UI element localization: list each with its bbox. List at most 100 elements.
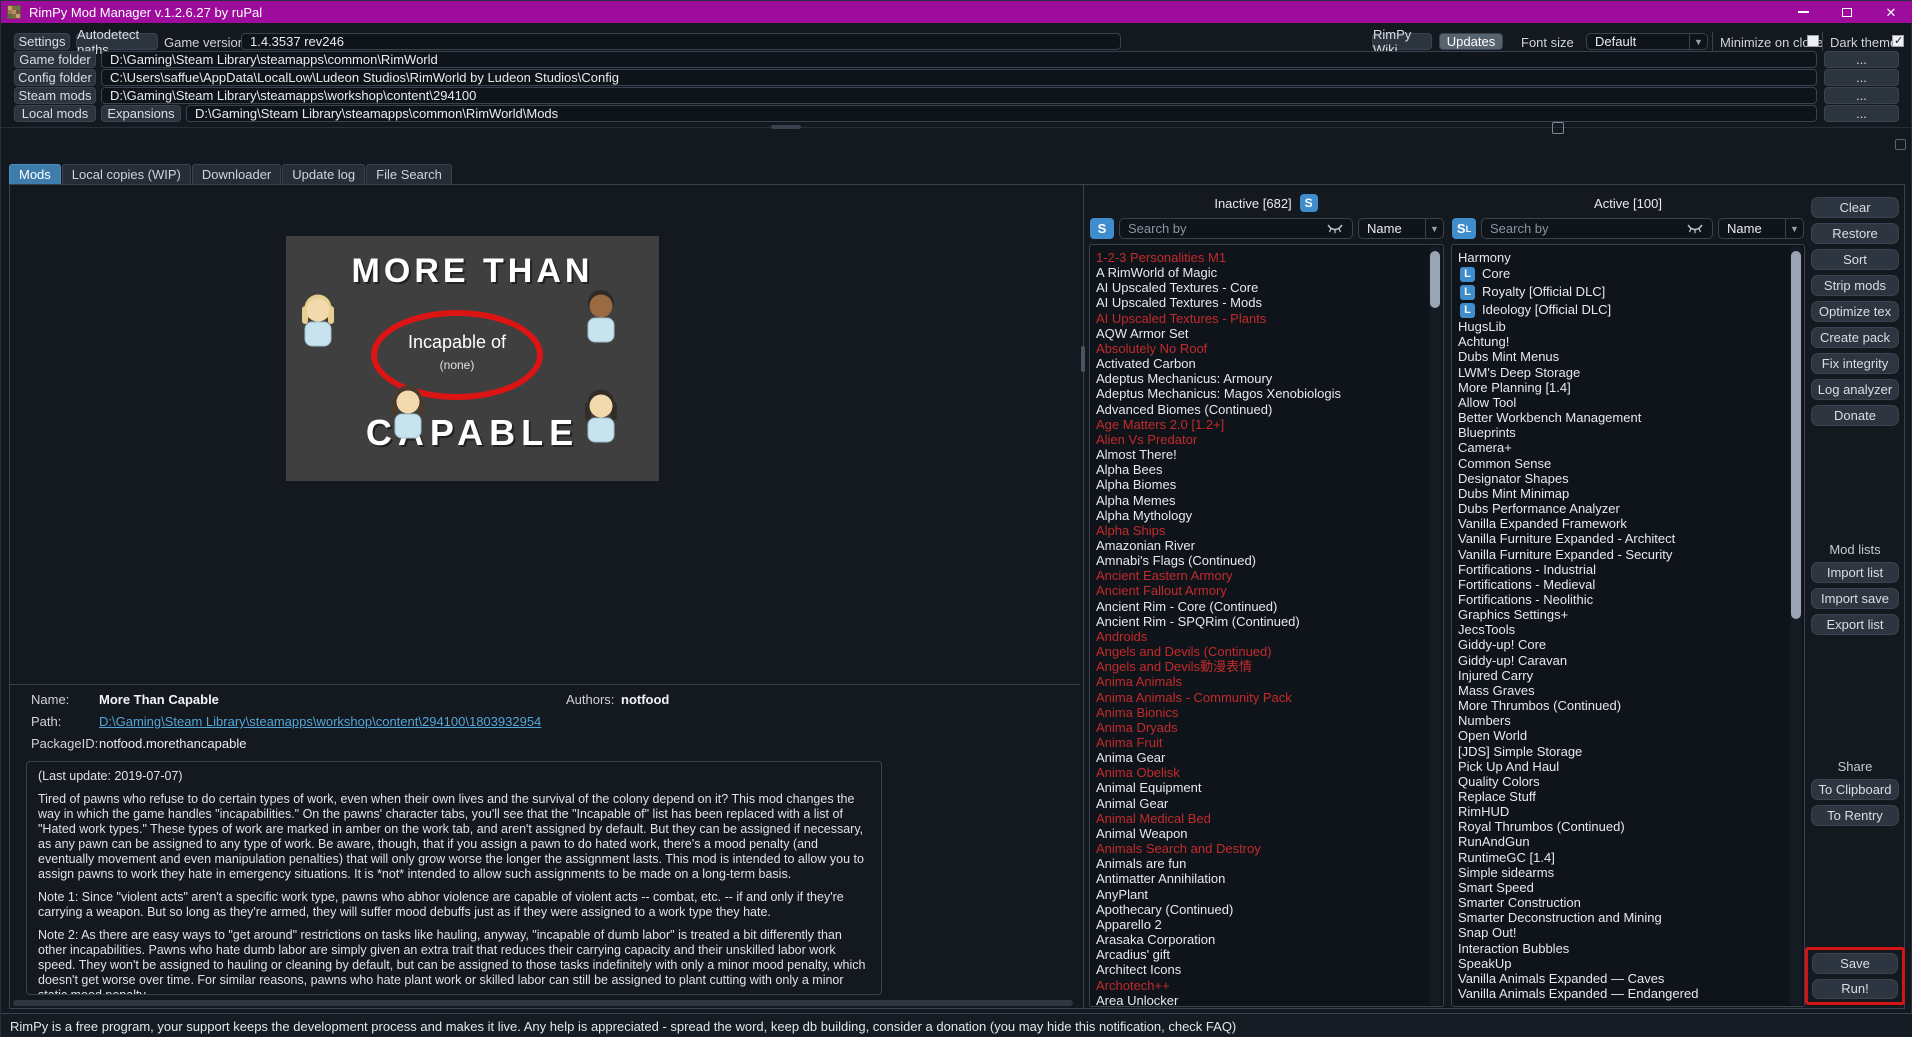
mod-item[interactable]: Simple sidearms (1452, 865, 1804, 880)
mod-item[interactable]: More Thrumbos (Continued) (1452, 698, 1804, 713)
mod-item[interactable]: Anima Fruit (1090, 735, 1443, 750)
mod-item[interactable]: SpeakUp (1452, 956, 1804, 971)
mod-item[interactable]: AI Upscaled Textures - Plants (1090, 311, 1443, 326)
autodetect-paths-button[interactable]: Autodetect paths (76, 27, 158, 57)
mod-item[interactable]: AQW Armor Set (1090, 326, 1443, 341)
game-folder-browse-button[interactable]: ... (1824, 51, 1899, 68)
local-mods-button[interactable]: Local mods (14, 105, 96, 122)
mod-item[interactable]: Vanilla Furniture Expanded - Architect (1452, 531, 1804, 546)
minimize-button[interactable] (1781, 1, 1825, 23)
mod-item[interactable]: Vanilla Animals Expanded — Caves (1452, 971, 1804, 986)
save-button[interactable]: Save (1812, 953, 1898, 974)
mod-item[interactable]: Alpha Mythology (1090, 508, 1443, 523)
maximize-button[interactable] (1825, 1, 1869, 23)
log-analyzer-button[interactable]: Log analyzer (1811, 379, 1899, 400)
export-list-button[interactable]: Export list (1811, 614, 1899, 635)
splitter-handle[interactable] (771, 125, 801, 129)
mod-item[interactable]: Animals are fun (1090, 856, 1443, 871)
mod-item[interactable]: Anima Dryads (1090, 720, 1443, 735)
mod-item[interactable]: Archotech++ (1090, 978, 1443, 993)
mod-item[interactable]: Arasaka Corporation (1090, 932, 1443, 947)
mod-item[interactable]: L Core (1452, 265, 1804, 283)
expansions-button[interactable]: Expansions (101, 105, 181, 122)
mod-item[interactable]: Giddy-up! Core (1452, 637, 1804, 652)
mod-item[interactable]: Camera+ (1452, 440, 1804, 455)
rimpy-wiki-button[interactable]: RimPy Wiki (1372, 27, 1432, 57)
mod-item[interactable]: Almost There! (1090, 447, 1443, 462)
mod-item[interactable]: Activated Carbon (1090, 356, 1443, 371)
mod-item[interactable]: Ancient Eastern Armory (1090, 568, 1443, 583)
tab-mods[interactable]: Mods (9, 164, 61, 184)
mod-item[interactable]: RunAndGun (1452, 834, 1804, 849)
mod-item[interactable]: Vanilla Expanded Framework (1452, 516, 1804, 531)
mod-item[interactable]: Anima Animals (1090, 674, 1443, 689)
mod-item[interactable]: Quality Colors (1452, 774, 1804, 789)
mod-item[interactable]: Vanilla Animals Expanded — Endangered (1452, 986, 1804, 1001)
mod-item[interactable]: A RimWorld of Magic (1090, 265, 1443, 280)
create-pack-button[interactable]: Create pack (1811, 327, 1899, 348)
active-filter-badge-icon[interactable]: SL (1452, 218, 1476, 239)
inactive-scrollbar[interactable] (1429, 245, 1441, 1006)
mod-item[interactable]: Angels and Devils動漫表情 (1090, 659, 1443, 674)
mod-item[interactable]: Replace Stuff (1452, 789, 1804, 804)
dock-float-icon[interactable] (1552, 122, 1564, 134)
mod-item[interactable]: Smart Speed (1452, 880, 1804, 895)
mod-item[interactable]: Harmony (1452, 250, 1804, 265)
mod-item[interactable]: Architect Icons (1090, 962, 1443, 977)
mod-item[interactable]: Dubs Performance Analyzer (1452, 501, 1804, 516)
game-folder-button[interactable]: Game folder (14, 51, 96, 68)
mod-item[interactable]: Area Unlocker (1090, 993, 1443, 1006)
optimize-tex-button[interactable]: Optimize tex (1811, 301, 1899, 322)
mod-item[interactable]: JecsTools (1452, 622, 1804, 637)
config-folder-input[interactable] (101, 69, 1817, 86)
mod-item[interactable]: Anima Gear (1090, 750, 1443, 765)
mod-item[interactable]: L Royalty [Official DLC] (1452, 283, 1804, 301)
mod-item[interactable]: AI Upscaled Textures - Mods (1090, 295, 1443, 310)
inactive-scrollbar-thumb[interactable] (1430, 251, 1440, 308)
to-rentry-button[interactable]: To Rentry (1811, 805, 1899, 826)
steam-mods-button[interactable]: Steam mods (14, 87, 96, 104)
steam-mods-browse-button[interactable]: ... (1824, 87, 1899, 104)
tab-file-search[interactable]: File Search (366, 164, 452, 184)
to-clipboard-button[interactable]: To Clipboard (1811, 779, 1899, 800)
tab-corner-icon[interactable] (1895, 139, 1906, 150)
mod-item[interactable]: Fortifications - Neolithic (1452, 592, 1804, 607)
font-size-select[interactable]: Default ▼ (1586, 33, 1708, 50)
import-save-button[interactable]: Import save (1811, 588, 1899, 609)
donate-button[interactable]: Donate (1811, 405, 1899, 426)
mod-item[interactable]: Ancient Rim - Core (Continued) (1090, 599, 1443, 614)
fix-integrity-button[interactable]: Fix integrity (1811, 353, 1899, 374)
mod-item[interactable]: Arcadius' gift (1090, 947, 1443, 962)
mod-item[interactable]: Allow Tool (1452, 395, 1804, 410)
clear-button[interactable]: Clear (1811, 197, 1899, 218)
mod-item[interactable]: Alpha Biomes (1090, 477, 1443, 492)
sort-button[interactable]: Sort (1811, 249, 1899, 270)
mod-item[interactable]: Pick Up And Haul (1452, 759, 1804, 774)
active-scrollbar-thumb[interactable] (1791, 251, 1801, 619)
mod-item[interactable]: Common Sense (1452, 456, 1804, 471)
mod-item[interactable]: Achtung! (1452, 334, 1804, 349)
mod-item[interactable]: 1-2-3 Personalities M1 (1090, 250, 1443, 265)
horizontal-scrollbar[interactable] (13, 1000, 1073, 1006)
mod-item[interactable]: L Ideology [Official DLC] (1452, 301, 1804, 319)
mod-item[interactable]: Amazonian River (1090, 538, 1443, 553)
mod-item[interactable]: Animal Weapon (1090, 826, 1443, 841)
mod-item[interactable]: HugsLib (1452, 319, 1804, 334)
mod-item[interactable]: Adeptus Mechanicus: Armoury (1090, 371, 1443, 386)
mod-item[interactable]: Alpha Bees (1090, 462, 1443, 477)
strip-mods-button[interactable]: Strip mods (1811, 275, 1899, 296)
mod-item[interactable]: Blueprints (1452, 425, 1804, 440)
restore-button[interactable]: Restore (1811, 223, 1899, 244)
mod-item[interactable]: Age Matters 2.0 [1.2+] (1090, 417, 1443, 432)
mod-item[interactable]: Adeptus Mechanicus: Magos Xenobiologis (1090, 386, 1443, 401)
updates-button[interactable]: Updates (1439, 33, 1503, 50)
mod-item[interactable]: Anima Bionics (1090, 705, 1443, 720)
mod-item[interactable]: Antimatter Annihilation (1090, 871, 1443, 886)
mod-item[interactable]: Better Workbench Management (1452, 410, 1804, 425)
settings-button[interactable]: Settings (14, 33, 70, 50)
mod-item[interactable]: Graphics Settings+ (1452, 607, 1804, 622)
import-list-button[interactable]: Import list (1811, 562, 1899, 583)
mod-item[interactable]: Royal Thrumbos (Continued) (1452, 819, 1804, 834)
mod-item[interactable]: Giddy-up! Caravan (1452, 653, 1804, 668)
mod-item[interactable]: Snap Out! (1452, 925, 1804, 940)
